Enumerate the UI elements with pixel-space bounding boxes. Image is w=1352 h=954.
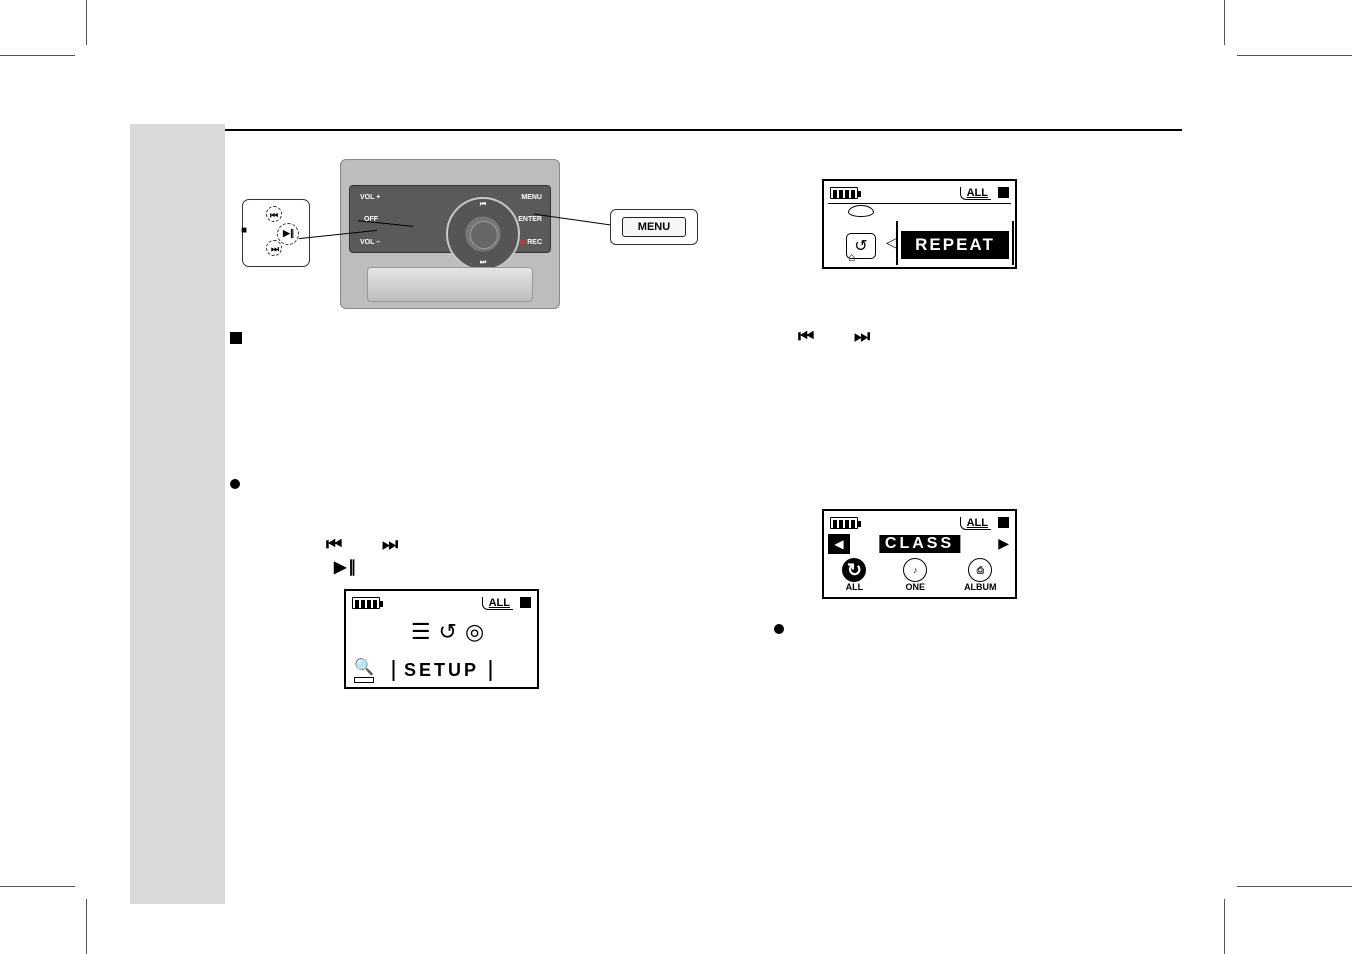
play-pause-icon: ▶∥ — [334, 557, 358, 577]
disc-icon: ◎ — [465, 619, 484, 645]
transport-glyph-row: ⏮ ⏭ — [326, 533, 400, 556]
label-menu: MENU — [521, 194, 542, 201]
class-option-label: ONE — [905, 582, 925, 592]
crop-mark — [1237, 55, 1352, 56]
page-sidebar — [130, 124, 225, 904]
eq-icon: ☰ — [411, 619, 431, 645]
album-icon: ⎙ — [977, 565, 984, 576]
skip-back-icon: ⏮ — [798, 326, 816, 347]
nav-center-icon: ▶∥ — [479, 230, 488, 238]
disc-icon — [848, 205, 874, 217]
crop-mark — [0, 55, 75, 56]
search-icon: 🔍 — [354, 657, 374, 677]
skip-fwd-icon: ⏭ — [271, 244, 279, 255]
device-grip — [367, 267, 533, 302]
stop-icon — [998, 517, 1009, 528]
setup-icons-row: ☰ ↺ ◎ — [366, 619, 529, 659]
battery-icon — [352, 597, 380, 609]
crop-mark — [1237, 886, 1352, 887]
loop-icon: ↻ — [842, 558, 866, 582]
crop-mark — [1224, 899, 1225, 954]
lcd-repeat-title: REPEAT — [901, 231, 1009, 259]
manual-page: VOL + OFF VOL – MENU ENTER REC ⏮ ▶∥ ⏭ ■ — [130, 4, 1182, 904]
device-body: VOL + OFF VOL – MENU ENTER REC ⏮ ▶∥ ⏭ — [340, 159, 560, 309]
lcd-class-title: CLASS — [879, 535, 960, 553]
stop-icon — [998, 187, 1009, 198]
crop-mark — [86, 0, 87, 45]
class-option-label: ALL — [846, 582, 864, 592]
mode-all-label: ALL — [960, 187, 991, 200]
stop-icon — [520, 597, 531, 608]
label-vol-plus: VOL + — [360, 194, 380, 201]
skip-fwd-icon: ⏭ — [854, 326, 872, 347]
battery-icon — [830, 187, 858, 199]
skip-back-icon: ⏮ — [270, 210, 278, 221]
mode-all-label: ALL — [960, 517, 991, 530]
section-rule — [225, 129, 1182, 131]
label-enter: ENTER — [518, 216, 542, 223]
callout-menu-button: MENU — [610, 209, 698, 245]
folder-icon: ⌂ — [848, 250, 855, 264]
class-option-album: ⎙ ALBUM — [964, 558, 997, 592]
tab-indicator — [354, 677, 374, 683]
callout-jog-dial: ■ ⏮ ▶∥ ⏭ — [242, 199, 310, 267]
crop-mark — [1224, 0, 1225, 45]
lcd-setup-screen: ALL ☰ ↺ ◎ 🔍 SETUP — [344, 589, 539, 689]
transport-glyph-row: ⏮ ⏭ — [798, 325, 872, 348]
battery-icon — [830, 517, 858, 529]
device-control-panel: VOL + OFF VOL – MENU ENTER REC ⏮ ▶∥ ⏭ — [349, 185, 551, 253]
step-bullet-icon — [230, 479, 240, 489]
crop-mark — [0, 886, 75, 887]
section-bullet-icon — [230, 332, 242, 344]
repeat-icon: ↺ — [439, 619, 457, 645]
device-illustration: VOL + OFF VOL – MENU ENTER REC ⏮ ▶∥ ⏭ ■ — [300, 159, 600, 319]
class-options-row: ↻ ALL ♪ ONE ⎙ ALBUM — [824, 559, 1015, 591]
skip-back-icon: ⏮ — [326, 534, 344, 555]
class-option-label: ALBUM — [964, 582, 997, 592]
label-vol-minus: VOL – — [360, 239, 380, 246]
note-icon: ♪ — [913, 565, 918, 575]
play-pause-icon: ▶∥ — [283, 228, 294, 239]
nav-up-icon: ⏮ — [480, 201, 486, 209]
menu-button: MENU — [622, 217, 686, 237]
lcd-class-screen: ALL ◀ CLASS ▶ ↻ ALL ♪ ONE ⎙ ALBUM — [822, 509, 1017, 599]
nav-down-icon: ⏭ — [480, 259, 486, 267]
lcd-setup-title: SETUP — [392, 660, 491, 681]
divider — [828, 203, 1011, 204]
mode-all-label: ALL — [482, 597, 513, 610]
stop-icon: ■ — [241, 225, 247, 236]
class-left-arrow: ◀ — [828, 534, 850, 554]
lcd-repeat-screen: ALL ◁ ⌂ REPEAT — [822, 179, 1017, 269]
nav-wheel: ⏮ ▶∥ ⏭ — [446, 197, 520, 271]
crop-mark — [86, 899, 87, 954]
class-right-arrow: ▶ — [998, 535, 1009, 552]
class-option-all: ↻ ALL — [842, 558, 866, 592]
class-option-one: ♪ ONE — [903, 558, 927, 592]
skip-fwd-icon: ⏭ — [382, 534, 400, 555]
label-rec: REC — [520, 239, 542, 246]
step-bullet-icon — [774, 624, 784, 634]
